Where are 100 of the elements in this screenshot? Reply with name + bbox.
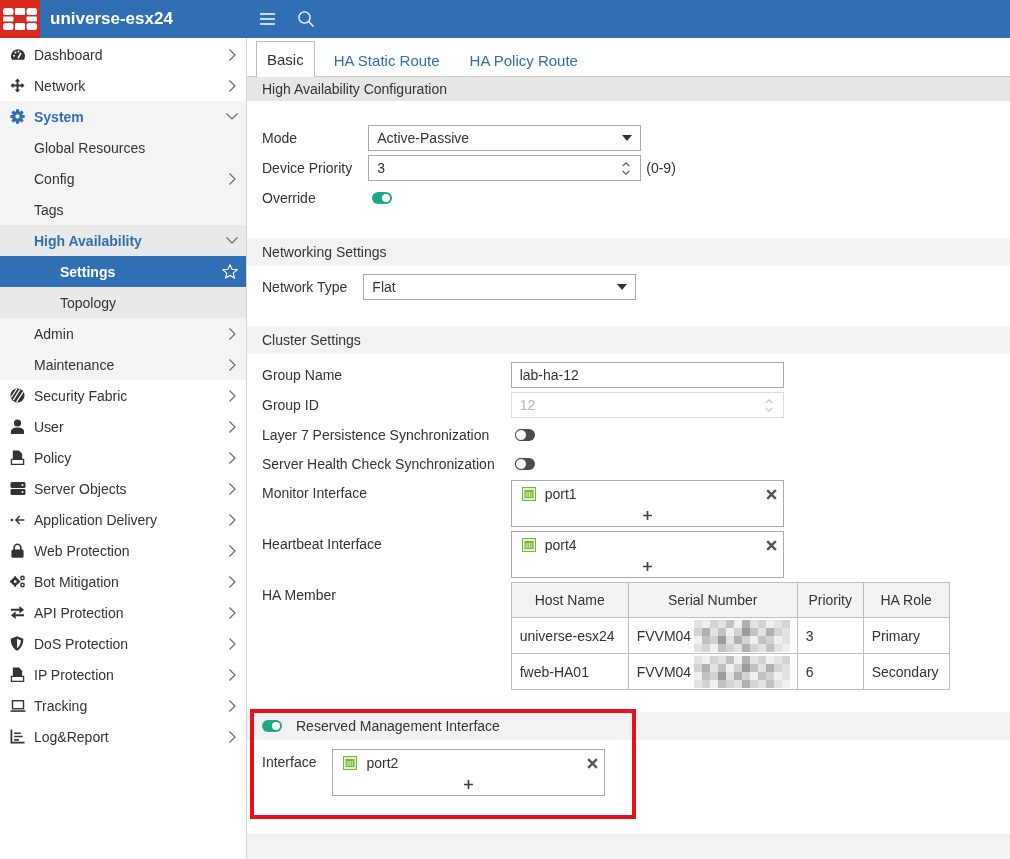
interface-list-field[interactable]: port2	[332, 749, 606, 796]
range-note: (0-9)	[646, 160, 676, 176]
sidebar-item[interactable]: Maintenance	[0, 349, 246, 380]
tab[interactable]: HA Static Route	[322, 42, 451, 77]
interface-list-field[interactable]: port4	[510, 531, 784, 578]
chevron-right-icon	[228, 358, 236, 371]
search-icon[interactable]	[298, 11, 314, 27]
chevron-right-icon	[228, 544, 236, 557]
toggle-switch[interactable]	[262, 720, 282, 732]
toggle-switch[interactable]	[372, 191, 393, 204]
chevron-down-icon	[226, 237, 238, 244]
table-cell: fweb-HA01	[511, 653, 629, 690]
toggle-switch[interactable]	[514, 428, 535, 441]
section-title: High Availability Configuration	[262, 81, 447, 97]
add-icon[interactable]	[464, 780, 474, 789]
input-field[interactable]: lab-ha-12	[510, 362, 784, 388]
swap-arrows-icon	[10, 606, 25, 619]
column-header: HA Role	[863, 582, 950, 618]
gauge-icon	[10, 49, 26, 60]
column-header: Priority	[797, 582, 864, 618]
sidebar-item[interactable]: System	[0, 101, 246, 132]
interface-name: port2	[366, 755, 399, 771]
field-label: Monitor Interface	[262, 484, 368, 502]
chevron-right-icon	[228, 420, 236, 433]
add-icon[interactable]	[642, 511, 652, 520]
number-field[interactable]: 3	[368, 155, 642, 181]
chevron-right-icon	[228, 730, 236, 743]
chevron-right-icon	[228, 668, 236, 681]
field-label: Network Type	[262, 278, 348, 296]
chevron-down-icon	[226, 113, 238, 120]
column-header: Serial Number	[628, 582, 798, 618]
interface-name: port4	[544, 537, 577, 553]
sidebar-item[interactable]: Tags	[0, 194, 246, 225]
sidebar-item[interactable]: Config	[0, 163, 246, 194]
close-icon[interactable]	[587, 757, 599, 769]
field-label: HA Member	[262, 586, 336, 604]
field-label: Server Health Check Synchronization	[262, 455, 495, 473]
table-cell: 6	[797, 653, 864, 690]
chevron-right-icon	[228, 606, 236, 619]
striped-circle-icon	[10, 388, 25, 403]
chevron-right-icon	[228, 451, 236, 464]
dropdown[interactable]: Active-Passive	[368, 125, 642, 151]
app-title: universe-esx24	[50, 9, 173, 29]
spinner-icon[interactable]	[622, 160, 631, 176]
chevron-right-icon	[228, 389, 236, 402]
field-label: Heartbeat Interface	[262, 535, 382, 553]
field-label: Interface	[262, 753, 317, 771]
chevron-right-icon	[228, 575, 236, 588]
dot-arrow-icon	[10, 514, 25, 525]
close-icon[interactable]	[765, 488, 777, 500]
chevron-right-icon	[228, 637, 236, 650]
laptop-icon	[10, 699, 26, 712]
sidebar-item[interactable]: Global Resources	[0, 132, 246, 163]
table-cell: universe-esx24	[511, 617, 629, 654]
move-arrows-icon	[10, 78, 25, 93]
gear-icon	[10, 109, 25, 124]
chevron-right-icon	[228, 327, 236, 340]
user-icon	[10, 419, 25, 434]
document-icon	[10, 667, 25, 682]
interface-list-field[interactable]: port1	[510, 480, 784, 527]
interface-name: port1	[544, 486, 577, 502]
caret-icon	[617, 284, 628, 290]
table-cell: FVVM04	[636, 663, 692, 680]
network-port-icon	[521, 487, 536, 501]
section-title: Cluster Settings	[262, 332, 361, 348]
table-cell: Primary	[863, 617, 950, 654]
server-icon	[10, 482, 26, 495]
field-label: Group ID	[262, 396, 319, 414]
chevron-right-icon	[228, 172, 236, 185]
bar-chart-icon	[10, 729, 25, 744]
caret-icon	[622, 135, 633, 141]
tab[interactable]: Basic	[256, 41, 315, 77]
sidebar-item[interactable]: Admin	[0, 318, 246, 349]
section-title: Reserved Management Interface	[296, 718, 500, 734]
sidebar-item[interactable]: High Availability	[0, 225, 246, 256]
field-label: Mode	[262, 129, 298, 147]
shield-icon	[10, 636, 24, 651]
column-header: Host Name	[511, 582, 629, 618]
chevron-right-icon	[228, 482, 236, 495]
sidebar-item[interactable]: Settings	[0, 256, 246, 287]
network-port-icon	[521, 538, 536, 552]
dropdown[interactable]: Flat	[363, 274, 637, 300]
sidebar-item[interactable]: Topology	[0, 287, 246, 318]
table-cell: FVVM04	[636, 627, 692, 644]
toggle-switch[interactable]	[514, 457, 535, 470]
field-label: Layer 7 Persistence Synchronization	[262, 426, 490, 444]
tab[interactable]: HA Policy Route	[458, 42, 589, 77]
section-title: Networking Settings	[262, 244, 387, 260]
field-label: Override	[262, 189, 316, 207]
star-icon[interactable]	[222, 264, 238, 279]
add-icon[interactable]	[642, 562, 652, 571]
menu-icon[interactable]	[260, 13, 275, 25]
chevron-right-icon	[228, 79, 236, 92]
close-icon[interactable]	[765, 539, 777, 551]
table-cell: Secondary	[863, 653, 950, 690]
field-label: Device Priority	[262, 159, 353, 177]
lock-icon	[10, 543, 25, 558]
chevron-right-icon	[228, 699, 236, 712]
document-icon	[10, 450, 25, 465]
field-label: Group Name	[262, 366, 343, 384]
